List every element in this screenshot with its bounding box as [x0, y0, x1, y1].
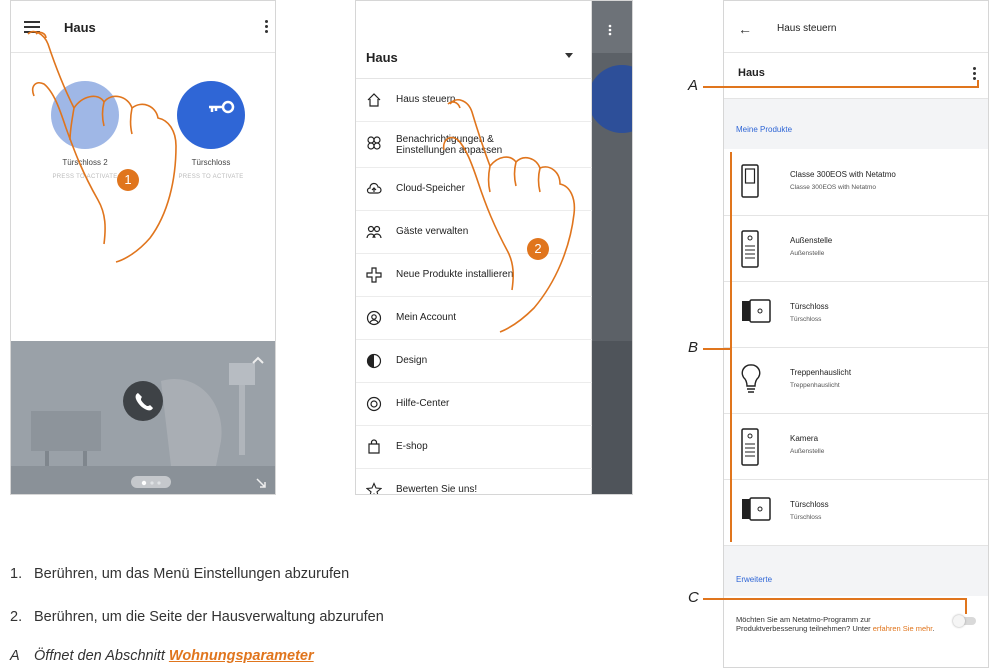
touch-hand-illustration: [27, 30, 576, 333]
legend-letter: A: [10, 648, 20, 664]
product-name: Türschloss: [790, 500, 829, 509]
step-badge-1: 1: [117, 169, 139, 191]
legend-item-a: A Öffnet den Abschnitt Wohnungsparameter: [10, 648, 314, 664]
callout-line-c: [703, 598, 967, 600]
legend-number: 2.: [10, 609, 23, 625]
legend-text: Öffnet den Abschnitt: [34, 648, 165, 664]
legend-text: Berühren, um das Menü Einstellungen abzu…: [34, 566, 350, 582]
toggle-knob: [953, 615, 965, 627]
advanced-heading: Erweiterte: [736, 575, 773, 584]
callout-label-c: C: [688, 589, 699, 606]
legend-item-2: 2. Berühren, um die Seite der Hausverwalt…: [10, 609, 384, 625]
program-end: .: [932, 623, 935, 633]
program-toggle[interactable]: [953, 615, 976, 627]
legend-text: Berühren, um die Seite der Hausverwaltun…: [34, 609, 384, 625]
step-badge-2: 2: [527, 238, 549, 260]
product-type: Türschloss: [790, 514, 822, 521]
section-header: [724, 546, 988, 596]
legend-number: 1.: [10, 566, 23, 582]
legend-item-1: 1. Berühren, um das Menü Einstellungen ab…: [10, 566, 349, 582]
program-question: Möchten Sie am Netatmo-Programm zur Prod…: [736, 615, 871, 633]
improvement-program-text: Möchten Sie am Netatmo-Programm zur Prod…: [736, 615, 936, 633]
callout-line-c: [965, 598, 967, 614]
learn-more-link[interactable]: erfahren Sie mehr: [873, 624, 933, 633]
apartment-parameters-link[interactable]: Wohnungsparameter: [169, 648, 314, 664]
